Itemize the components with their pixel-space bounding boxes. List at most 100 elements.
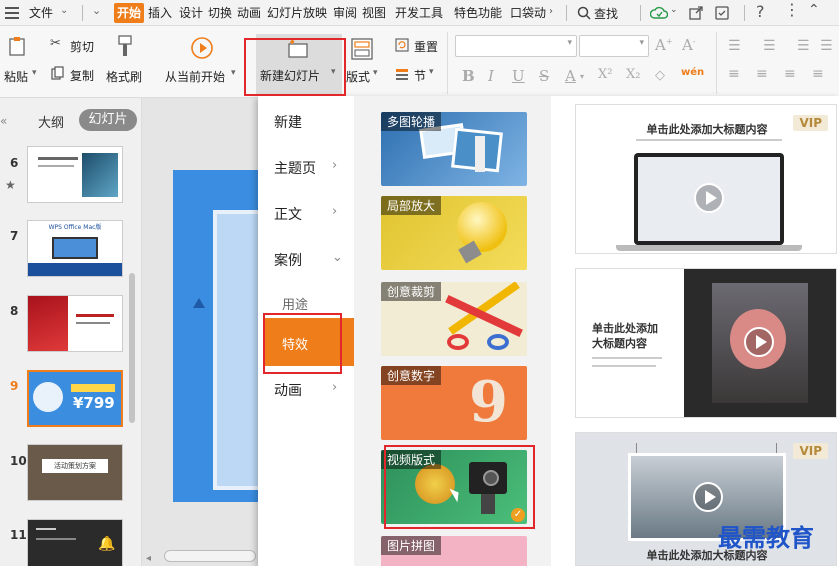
cut-button[interactable]: 剪切 bbox=[70, 38, 94, 55]
font-color-icon[interactable]: A bbox=[565, 67, 576, 85]
indent-icon[interactable]: ☰ bbox=[797, 38, 810, 54]
template-preview-2[interactable]: 单击此处添加 大标题内容 bbox=[575, 268, 837, 418]
thumbnail-scrollbar[interactable] bbox=[129, 273, 135, 423]
thumb-banner bbox=[71, 384, 115, 392]
category-purpose[interactable]: 用途 bbox=[282, 294, 308, 313]
eraser-icon[interactable]: ◇ bbox=[655, 68, 665, 83]
chevron-down-icon[interactable]: ▾ bbox=[32, 68, 37, 78]
slide-thumbnail-10[interactable]: 活动策划方案 bbox=[27, 444, 123, 501]
slide-thumbnail-6[interactable] bbox=[27, 146, 123, 203]
tab-pocket-animation[interactable]: 口袋动 bbox=[507, 3, 549, 23]
format-painter-button[interactable]: 格式刷 bbox=[106, 68, 142, 85]
layout-button[interactable]: 版式 bbox=[346, 68, 370, 85]
bullet-list-icon[interactable]: ☰ bbox=[728, 38, 741, 54]
chevron-down-icon: ⌄ bbox=[332, 250, 343, 265]
chevron-down-icon[interactable]: ▾ bbox=[231, 68, 236, 78]
search-box[interactable]: 查找 bbox=[577, 4, 637, 22]
underline-icon[interactable]: U bbox=[512, 67, 525, 85]
tab-insert[interactable]: 插入 bbox=[145, 3, 175, 23]
chevron-down-icon[interactable]: ⌄ bbox=[60, 5, 68, 16]
chevron-down-icon[interactable]: ▾ bbox=[373, 68, 378, 78]
tab-animation[interactable]: 动画 bbox=[234, 3, 264, 23]
effect-card-title: 创意裁剪 bbox=[381, 282, 442, 301]
decrease-font-icon[interactable]: A- bbox=[682, 36, 696, 54]
share-icon[interactable] bbox=[688, 5, 704, 21]
divider bbox=[640, 5, 641, 21]
font-family-select[interactable]: ▾ bbox=[455, 35, 577, 57]
align-center-icon[interactable]: ≡ bbox=[756, 66, 768, 82]
tab-features[interactable]: 特色功能 bbox=[449, 3, 507, 23]
italic-icon[interactable]: I bbox=[488, 67, 494, 85]
align-left-icon[interactable]: ≡ bbox=[728, 66, 740, 82]
category-animation[interactable]: 动画 bbox=[274, 380, 302, 400]
tab-slides[interactable]: 幻灯片 bbox=[79, 109, 137, 131]
phonetic-icon[interactable]: wén bbox=[681, 67, 704, 78]
tab-review[interactable]: 审阅 bbox=[331, 3, 359, 23]
outdent-icon[interactable]: ☰ bbox=[820, 38, 833, 54]
copy-button[interactable]: 复制 bbox=[70, 67, 94, 84]
category-cases[interactable]: 案例 bbox=[274, 250, 302, 270]
category-body[interactable]: 正文 bbox=[274, 204, 302, 224]
effect-card-creative-crop[interactable]: 创意裁剪 bbox=[381, 282, 527, 356]
tab-outline[interactable]: 大纲 bbox=[38, 112, 64, 131]
effect-card-multi-image-carousel[interactable]: 多图轮播 bbox=[381, 112, 527, 186]
tab-developer[interactable]: 开发工具 bbox=[390, 3, 448, 23]
play-icon bbox=[744, 327, 774, 357]
chevron-right-icon[interactable]: › bbox=[549, 6, 553, 17]
collapse-ribbon-icon[interactable]: ⌃ bbox=[808, 2, 820, 18]
bell-icon: 🔔 bbox=[98, 536, 116, 552]
chevron-down-icon[interactable]: ▾ bbox=[429, 67, 434, 77]
template-title: 单击此处添加大标题内容 bbox=[646, 123, 768, 136]
effect-card-creative-number[interactable]: 9 创意数字 bbox=[381, 366, 527, 440]
slide-thumbnail-11[interactable]: 🔔 bbox=[27, 519, 123, 566]
slide-thumbnail-8[interactable] bbox=[27, 295, 123, 352]
justify-icon[interactable]: ≡ bbox=[812, 66, 824, 82]
align-right-icon[interactable]: ≡ bbox=[784, 66, 796, 82]
thumb-text-line bbox=[76, 322, 110, 324]
paste-button[interactable]: 粘贴 bbox=[4, 68, 28, 85]
superscript-icon[interactable]: X² bbox=[598, 67, 612, 82]
more-icon[interactable]: ⋮ bbox=[784, 0, 801, 19]
bold-icon[interactable]: B bbox=[462, 67, 475, 85]
cloud-sync-icon[interactable] bbox=[650, 6, 668, 20]
numbered-list-icon[interactable]: ☰ bbox=[763, 38, 776, 54]
template-preview-1[interactable]: VIP 单击此处添加大标题内容 bbox=[575, 104, 837, 254]
strikethrough-icon[interactable]: S bbox=[539, 67, 549, 85]
tab-design[interactable]: 设计 bbox=[176, 3, 206, 23]
tab-slideshow[interactable]: 幻灯片放映 bbox=[263, 3, 331, 23]
slide-thumbnail-7[interactable]: WPS Office Mac版 bbox=[27, 220, 123, 277]
section-button[interactable]: 节 bbox=[414, 67, 426, 84]
comment-icon[interactable] bbox=[714, 5, 730, 21]
paste-icon[interactable] bbox=[8, 35, 28, 57]
category-theme-page[interactable]: 主题页 bbox=[274, 158, 316, 178]
scroll-left-icon[interactable]: ◂ bbox=[146, 553, 151, 564]
thumb-text-line bbox=[38, 157, 78, 160]
horizontal-scrollbar[interactable] bbox=[164, 550, 256, 562]
tab-transition[interactable]: 切换 bbox=[205, 3, 235, 23]
collapse-panel-icon[interactable]: « bbox=[0, 114, 7, 128]
effect-card-image-puzzle[interactable]: 图片拼图 bbox=[381, 536, 527, 566]
help-icon[interactable]: ? bbox=[756, 2, 765, 21]
chevron-down-icon[interactable]: ⌄ bbox=[670, 5, 678, 15]
tab-view[interactable]: 视图 bbox=[359, 3, 389, 23]
menu-icon[interactable] bbox=[5, 5, 19, 20]
slide-editing-canvas: ◂ bbox=[142, 98, 263, 566]
reset-button[interactable]: 重置 bbox=[414, 38, 438, 55]
subscript-icon[interactable]: X₂ bbox=[626, 67, 640, 82]
quick-access-dropdown-icon[interactable]: ⌄ bbox=[92, 4, 101, 17]
thumb-price: ¥799 bbox=[73, 394, 115, 412]
category-new[interactable]: 新建 bbox=[274, 112, 302, 132]
from-current-slide-button[interactable]: 从当前开始 bbox=[165, 68, 225, 85]
slide-thumbnail-9-selected[interactable]: ¥799 bbox=[27, 370, 123, 427]
current-slide[interactable] bbox=[173, 170, 263, 502]
increase-font-icon[interactable]: A+ bbox=[655, 36, 673, 54]
tab-home[interactable]: 开始 bbox=[114, 3, 144, 23]
thumb-text-line bbox=[76, 314, 114, 317]
slide-number: 9 bbox=[10, 379, 19, 393]
laptop-screen bbox=[634, 153, 784, 245]
font-size-select[interactable]: ▾ bbox=[579, 35, 649, 57]
chevron-down-icon[interactable]: ▾ bbox=[580, 72, 584, 81]
file-menu[interactable]: 文件 bbox=[26, 3, 56, 23]
scissors-icon: ✂ bbox=[50, 36, 61, 51]
effect-card-local-zoom[interactable]: 局部放大 bbox=[381, 196, 527, 270]
